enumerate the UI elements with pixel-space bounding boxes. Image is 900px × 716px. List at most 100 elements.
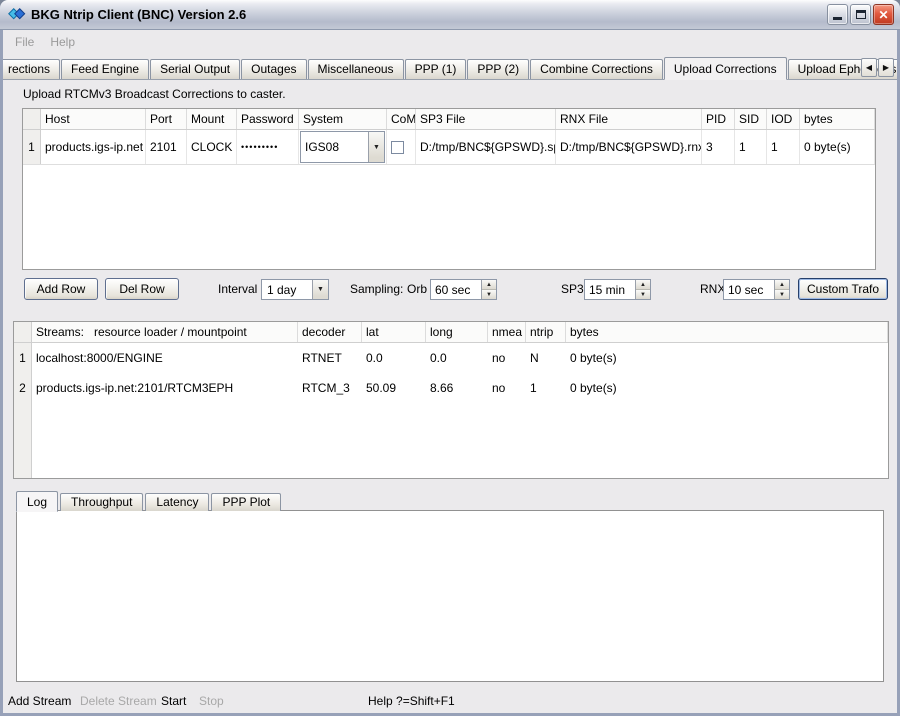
minimize-icon <box>833 17 842 20</box>
col-decoder: decoder <box>298 322 362 342</box>
custom-trafo-button[interactable]: Custom Trafo <box>798 278 888 300</box>
cell-host[interactable]: products.igs-ip.net <box>41 130 146 164</box>
spin-down-icon[interactable]: ▼ <box>775 290 789 299</box>
tab-scroll-buttons: ◀ ▶ <box>861 58 894 77</box>
delete-stream-button[interactable]: Delete Stream <box>80 694 157 708</box>
tab-ppp-1[interactable]: PPP (1) <box>405 59 467 79</box>
stream-cell-decoder[interactable]: RTCM_3 <box>298 373 362 403</box>
spin-down-icon[interactable]: ▼ <box>636 290 650 299</box>
close-button[interactable]: ✕ <box>873 4 894 25</box>
system-combobox[interactable]: IGS08 ▼ <box>300 131 385 163</box>
col-lat: lat <box>362 322 426 342</box>
tab-ppp-2[interactable]: PPP (2) <box>467 59 529 79</box>
cell-iod[interactable]: 1 <box>767 130 800 164</box>
tab-ppp-plot[interactable]: PPP Plot <box>211 493 281 511</box>
col-port: Port <box>146 109 187 129</box>
tab-scroll-right-icon[interactable]: ▶ <box>878 58 894 77</box>
stream-cell-ntrip[interactable]: N <box>526 343 566 373</box>
chevron-down-icon[interactable]: ▼ <box>368 132 384 162</box>
sp3-value: 15 min <box>585 280 635 299</box>
tab-log[interactable]: Log <box>16 491 58 512</box>
col-bytes: bytes <box>566 322 888 342</box>
stream-cell-mountpoint[interactable]: localhost:8000/ENGINE <box>32 343 298 373</box>
tab-upload-corrections[interactable]: Upload Corrections <box>664 57 787 80</box>
col-host: Host <box>41 109 146 129</box>
streams-table: Streams: resource loader / mountpoint de… <box>13 321 889 479</box>
rnx-value: 10 sec <box>724 280 774 299</box>
stream-row[interactable]: 2 products.igs-ip.net:2101/RTCM3EPH RTCM… <box>14 373 888 403</box>
sp3-label: SP3 <box>561 282 584 296</box>
stream-cell-bytes: 0 byte(s) <box>566 373 888 403</box>
sp3-spinbox[interactable]: 15 min ▲ ▼ <box>584 279 651 300</box>
cell-sp3-file[interactable]: D:/tmp/BNC${GPSWD}.sp3 <box>416 130 556 164</box>
col-ntrip: ntrip <box>526 322 566 342</box>
client-area: File Help rections Feed Engine Serial Ou… <box>3 30 897 713</box>
spin-up-icon[interactable]: ▲ <box>636 280 650 290</box>
col-sp3-file: SP3 File <box>416 109 556 129</box>
log-output-pane[interactable] <box>16 510 884 682</box>
tab-outages[interactable]: Outages <box>241 59 306 79</box>
rnx-spin-arrows: ▲ ▼ <box>774 280 789 299</box>
col-sid: SID <box>735 109 767 129</box>
start-button[interactable]: Start <box>161 694 186 708</box>
com-checkbox[interactable] <box>391 141 404 154</box>
del-row-button[interactable]: Del Row <box>105 278 179 300</box>
maximize-button[interactable] <box>850 4 871 25</box>
titlebar[interactable]: BKG Ntrip Client (BNC) Version 2.6 ✕ <box>0 0 900 30</box>
cell-sid[interactable]: 1 <box>735 130 767 164</box>
col-bytes: bytes <box>800 109 875 129</box>
rnx-spinbox[interactable]: 10 sec ▲ ▼ <box>723 279 790 300</box>
cell-port[interactable]: 2101 <box>146 130 187 164</box>
add-stream-button[interactable]: Add Stream <box>8 694 71 708</box>
bottom-tabbar: Log Throughput Latency PPP Plot <box>16 490 283 511</box>
cell-password[interactable]: ••••••••• <box>237 130 299 164</box>
maximize-icon <box>856 10 866 19</box>
tab-corrections[interactable]: rections <box>3 59 60 79</box>
stream-cell-bytes: 0 byte(s) <box>566 343 888 373</box>
stop-button[interactable]: Stop <box>199 694 224 708</box>
menu-help[interactable]: Help <box>42 33 83 51</box>
menu-file[interactable]: File <box>7 33 42 51</box>
spin-up-icon[interactable]: ▲ <box>775 280 789 290</box>
stream-row[interactable]: 1 localhost:8000/ENGINE RTNET 0.0 0.0 no… <box>14 343 888 373</box>
stream-cell-long[interactable]: 8.66 <box>426 373 488 403</box>
tab-serial-output[interactable]: Serial Output <box>150 59 240 79</box>
rnx-label: RNX <box>700 282 725 296</box>
tab-miscellaneous[interactable]: Miscellaneous <box>308 59 404 79</box>
window-controls: ✕ <box>827 4 894 25</box>
orb-spinbox[interactable]: 60 sec ▲ ▼ <box>430 279 497 300</box>
row-number: 1 <box>14 343 32 373</box>
stream-cell-long[interactable]: 0.0 <box>426 343 488 373</box>
spin-up-icon[interactable]: ▲ <box>482 280 496 290</box>
help-shortcut-label: Help ?=Shift+F1 <box>368 694 455 708</box>
col-rnx-file: RNX File <box>556 109 702 129</box>
stream-cell-ntrip[interactable]: 1 <box>526 373 566 403</box>
spin-down-icon[interactable]: ▼ <box>482 290 496 299</box>
interval-combobox[interactable]: 1 day ▼ <box>261 279 329 300</box>
minimize-button[interactable] <box>827 4 848 25</box>
add-row-button[interactable]: Add Row <box>24 278 98 300</box>
tab-throughput[interactable]: Throughput <box>60 493 143 511</box>
tab-scroll-left-icon[interactable]: ◀ <box>861 58 877 77</box>
tabbar: rections Feed Engine Serial Output Outag… <box>3 56 897 80</box>
interval-label: Interval <box>218 282 257 296</box>
stream-cell-lat[interactable]: 0.0 <box>362 343 426 373</box>
cell-rnx-file[interactable]: D:/tmp/BNC${GPSWD}.rnx <box>556 130 702 164</box>
cell-mount[interactable]: CLOCK <box>187 130 237 164</box>
stream-cell-mountpoint[interactable]: products.igs-ip.net:2101/RTCM3EPH <box>32 373 298 403</box>
col-long: long <box>426 322 488 342</box>
stream-cell-lat[interactable]: 50.09 <box>362 373 426 403</box>
tab-combine-corrections[interactable]: Combine Corrections <box>530 59 663 79</box>
stream-cell-decoder[interactable]: RTNET <box>298 343 362 373</box>
tab-feed-engine[interactable]: Feed Engine <box>61 59 149 79</box>
upload-table-empty-area <box>23 165 875 269</box>
orb-label: Orb <box>407 282 427 296</box>
stream-cell-nmea[interactable]: no <box>488 373 526 403</box>
app-window: BKG Ntrip Client (BNC) Version 2.6 ✕ Fil… <box>0 0 900 716</box>
system-combobox-value: IGS08 <box>301 132 368 162</box>
stream-cell-nmea[interactable]: no <box>488 343 526 373</box>
chevron-down-icon[interactable]: ▼ <box>312 280 328 299</box>
cell-pid[interactable]: 3 <box>702 130 735 164</box>
tab-latency[interactable]: Latency <box>145 493 209 511</box>
col-system: System <box>299 109 387 129</box>
